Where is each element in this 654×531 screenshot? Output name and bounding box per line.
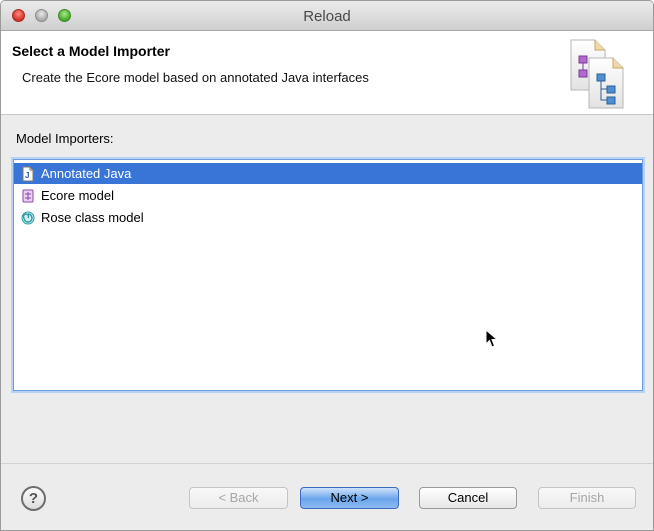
title-bar[interactable]: Reload: [1, 1, 653, 31]
list-item-annotated-java[interactable]: J Annotated Java: [14, 163, 642, 184]
cancel-button[interactable]: Cancel: [419, 487, 517, 509]
list-item-label: Annotated Java: [41, 166, 132, 181]
page-description: Create the Ecore model based on annotate…: [22, 70, 369, 85]
help-button[interactable]: ?: [21, 486, 46, 511]
model-importer-wizard-icon: [570, 39, 624, 109]
list-item-ecore-model[interactable]: Ecore model: [14, 185, 642, 206]
window-title: Reload: [303, 8, 351, 25]
wizard-dialog: Reload Select a Model Importer Create th…: [0, 0, 654, 531]
page-title: Select a Model Importer: [12, 43, 170, 59]
list-item-rose-class-model[interactable]: Rose class model: [14, 207, 642, 228]
wizard-header: Select a Model Importer Create the Ecore…: [1, 31, 653, 115]
footer-divider: [1, 463, 653, 464]
svg-text:J: J: [25, 171, 29, 180]
next-button[interactable]: Next >: [300, 487, 399, 509]
list-item-label: Rose class model: [41, 210, 144, 225]
back-button[interactable]: < Back: [189, 487, 288, 509]
model-importers-label: Model Importers:: [16, 131, 114, 146]
finish-button[interactable]: Finish: [538, 487, 636, 509]
mouse-pointer-icon: [485, 329, 499, 348]
rose-icon: [21, 211, 35, 224]
model-importers-list[interactable]: J Annotated Java Ecore model Rose class …: [13, 159, 643, 391]
list-item-label: Ecore model: [41, 188, 114, 203]
java-file-icon: J: [22, 166, 34, 181]
ecore-icon: [22, 189, 34, 202]
